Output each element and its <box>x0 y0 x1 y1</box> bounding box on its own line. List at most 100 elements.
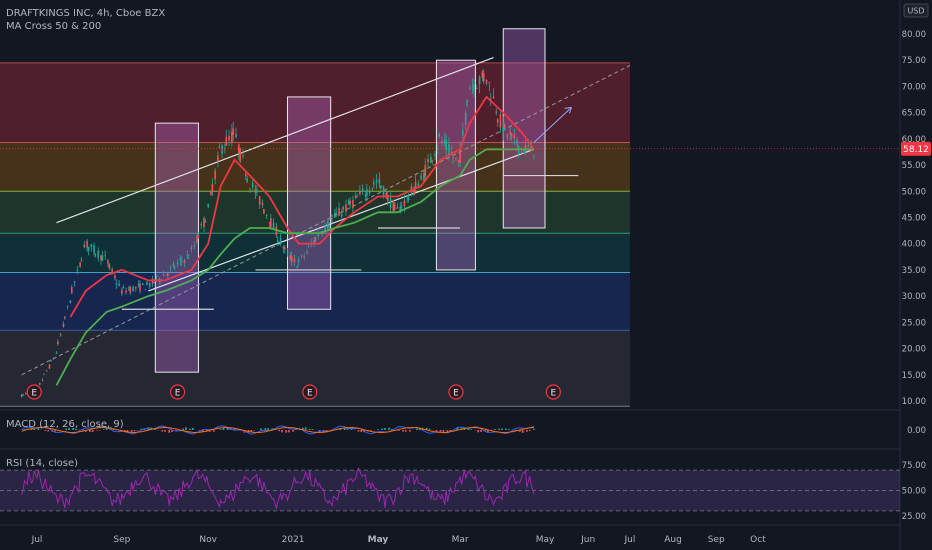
candle-body <box>20 394 23 398</box>
candle-body <box>527 145 530 147</box>
price-tick-label: 75.00 <box>902 56 926 66</box>
candle-body <box>279 237 282 245</box>
time-axis-label: Sep <box>113 535 130 545</box>
macd-histogram-bar <box>161 430 164 432</box>
time-axis-label: Oct <box>750 535 766 545</box>
candle-body <box>307 245 310 247</box>
candle-body <box>146 281 148 285</box>
macd-histogram-bar <box>192 427 194 430</box>
candle-body <box>331 218 333 220</box>
candle-body <box>228 136 230 141</box>
candle-body <box>167 272 169 276</box>
candle-body <box>499 113 502 128</box>
candle-body <box>492 96 495 99</box>
candle-body <box>503 124 506 129</box>
candle-body <box>524 145 527 149</box>
macd-histogram-bar <box>384 427 386 430</box>
price-chart[interactable]: E E E E E 58.12 80.00 75.00 70.00 65.00 60.00 55.00… <box>0 0 932 550</box>
macd-histogram-bar <box>189 428 191 430</box>
candle-body <box>111 268 113 272</box>
candle-body <box>466 99 468 106</box>
candle-body <box>66 305 69 307</box>
candle-body <box>115 283 118 285</box>
candle-body <box>114 275 116 279</box>
macd-histogram-bar <box>402 430 404 432</box>
price-tick-label: 45.00 <box>902 214 926 224</box>
candle-body <box>510 133 513 139</box>
candle-body <box>50 360 52 362</box>
candle-body <box>97 250 100 259</box>
earnings-marker-label: E <box>31 389 37 399</box>
candle-body <box>334 212 336 218</box>
candle-body <box>400 206 403 208</box>
macd-histogram-bar <box>219 429 222 430</box>
candle-body <box>438 133 441 137</box>
candle-body <box>83 244 86 248</box>
macd-histogram-bar <box>44 430 47 431</box>
candle-body <box>69 300 72 304</box>
candle-body <box>382 186 385 198</box>
candle-body <box>79 262 81 267</box>
candle-body <box>290 255 293 263</box>
candle-body <box>478 76 481 85</box>
candle-body <box>407 197 410 201</box>
price-tick-label: 20.00 <box>902 345 926 355</box>
macd-histogram-bar <box>416 428 418 430</box>
macd-histogram-bar <box>267 428 269 430</box>
macd-histogram-bar <box>508 429 510 430</box>
macd-histogram-bar <box>480 430 482 432</box>
candle-body <box>196 236 198 243</box>
candle-body <box>356 196 358 198</box>
candle-body <box>373 181 375 185</box>
candle-body <box>165 274 168 276</box>
candle-body <box>45 370 48 372</box>
candle-body <box>338 207 340 217</box>
rsi-tick-label: 50.00 <box>902 487 926 497</box>
symbol-title: DRAFTKINGS INC, 4h, Cboe BZX <box>6 8 166 19</box>
candle-body <box>214 170 216 180</box>
candle-body <box>211 184 214 193</box>
candle-body <box>249 188 251 190</box>
candle-body <box>244 173 247 176</box>
macd-histogram-bar <box>285 430 287 433</box>
candle-body <box>135 286 137 289</box>
candle-body <box>276 240 279 242</box>
macd-tick-label: 0.00 <box>907 426 926 436</box>
candle-body <box>94 254 97 256</box>
time-axis-label: Jul <box>31 535 43 545</box>
candle-body <box>379 185 382 189</box>
candle-body <box>354 195 357 198</box>
candle-body <box>345 204 347 212</box>
rsi-tick-label: 25.00 <box>902 512 926 522</box>
macd-histogram-bar <box>521 430 524 433</box>
earnings-range-box <box>154 122 199 373</box>
macd-histogram-bar <box>164 430 166 432</box>
macd-histogram-bar <box>533 428 535 430</box>
candle-body <box>80 260 83 261</box>
candle-body <box>176 262 179 264</box>
time-axis-label: Jul <box>623 535 635 545</box>
macd-histogram-bar <box>428 428 431 430</box>
macd-histogram-bar <box>381 428 383 430</box>
macd-histogram-bar <box>130 430 133 432</box>
rsi-label: RSI (14, close) <box>6 458 79 469</box>
candle-body <box>22 394 24 396</box>
macd-histogram-bar <box>308 428 311 430</box>
candle-body <box>125 290 127 293</box>
candle-body <box>364 195 367 197</box>
candle-body <box>137 284 140 285</box>
candle-body <box>389 198 392 209</box>
candle-body <box>352 199 354 208</box>
time-axis-label: Jun <box>580 535 595 545</box>
candle-body <box>392 200 395 212</box>
price-tick-label: 35.00 <box>902 266 926 276</box>
time-axis-label: Sep <box>708 535 725 545</box>
candle-body <box>496 119 499 123</box>
candle-body <box>187 257 190 259</box>
time-axis-label: May <box>536 535 555 545</box>
candle-body <box>129 286 132 293</box>
macd-histogram-bar <box>222 428 225 430</box>
candle-body <box>481 71 484 78</box>
macd-histogram-bar <box>528 430 531 432</box>
candle-body <box>495 111 498 113</box>
